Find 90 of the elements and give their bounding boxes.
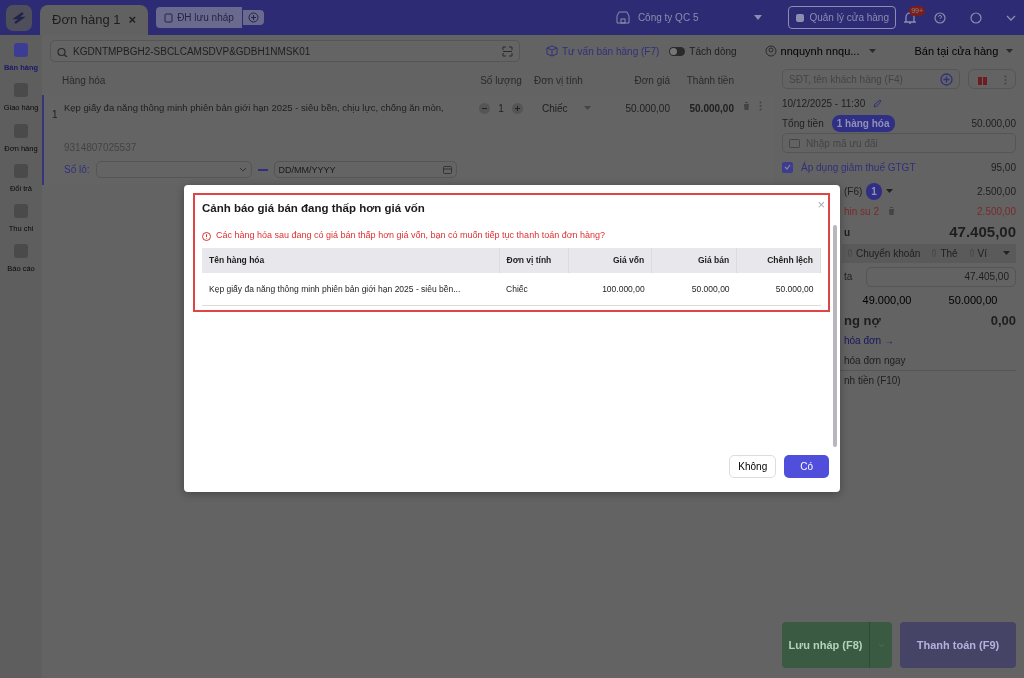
- discount-amount: 2.500,00: [977, 184, 1016, 199]
- table-cell: 50.000,00: [651, 272, 737, 306]
- payment-method-label: Chuyển khoản: [855, 246, 921, 261]
- company-name: Công ty QC 5: [637, 11, 699, 25]
- trash-icon[interactable]: [742, 101, 751, 111]
- total-amount: 50.000,00: [971, 116, 1016, 131]
- dialog-title: Cảnh báo giá bán đang thấp hơn giá vốn: [202, 201, 426, 216]
- scrollbar[interactable]: [833, 225, 837, 447]
- item-count-badge: 1 hàng hóa: [831, 114, 895, 132]
- info-icon: [202, 231, 211, 241]
- paid-label: ta: [844, 270, 853, 284]
- chevron-down-icon: [238, 167, 247, 172]
- column-header: Tên hàng hóa: [202, 247, 500, 273]
- date-picker[interactable]: DD/MM/YYYY: [273, 161, 457, 178]
- quantity-value: 1: [498, 102, 504, 116]
- debt-amount: 0,00: [990, 311, 1016, 330]
- caret-icon[interactable]: [1003, 250, 1010, 256]
- discount-label: (F6): [844, 184, 863, 199]
- search-input[interactable]: KGDNTMPBGH2-SBCLCAMSDVP&GDBH1NMSK01: [73, 43, 497, 59]
- caret-icon[interactable]: [885, 188, 893, 194]
- minus-icon[interactable]: [479, 103, 491, 114]
- search-field[interactable]: KGDNTMPBGH2-SBCLCAMSDVP&GDBH1NMSK01: [50, 40, 520, 62]
- more-icon[interactable]: [970, 11, 982, 24]
- total-label: Tổng tiền: [782, 116, 824, 131]
- order-tab[interactable]: Đơn hàng 1 ×: [40, 5, 149, 35]
- trash-icon[interactable]: [887, 206, 897, 216]
- vat-amount: 95,00: [990, 160, 1016, 175]
- gift-icon: [977, 74, 988, 86]
- document-icon: [164, 12, 174, 23]
- invoice-now-label: hóa đơn ngay: [844, 353, 906, 368]
- paid-amount-field[interactable]: 47.405,00: [866, 266, 1016, 287]
- scan-icon[interactable]: [502, 45, 513, 57]
- plus-icon[interactable]: [511, 103, 523, 114]
- toggle-label: Tách dòng: [689, 44, 737, 59]
- checkbox[interactable]: [782, 161, 793, 173]
- plus-circle-icon[interactable]: [940, 72, 953, 86]
- search-icon: [57, 45, 68, 57]
- unit-select[interactable]: Chiếc: [534, 101, 610, 116]
- calendar-icon: [442, 165, 452, 174]
- caret-icon: [583, 106, 591, 111]
- bell-icon[interactable]: [904, 11, 916, 24]
- close-button[interactable]: ×: [817, 198, 825, 211]
- caret-icon[interactable]: [754, 14, 763, 21]
- print-label: nh tiền (F10): [844, 374, 901, 388]
- table-cell: Chiếc: [499, 272, 569, 306]
- column-header: Số lượng: [479, 73, 523, 88]
- cancel-button[interactable]: Không: [729, 455, 777, 478]
- product-name: Kẹp giấy đa năng thông minh phiên bản giới hạn 2025 - siêu bền, chịu lực, chống ăn mòn,: [64, 101, 445, 115]
- confirm-button[interactable]: Có: [784, 455, 829, 478]
- warning-message: Các hàng hóa sau đang có giá bán thấp hơn giá vốn, bạn có muốn tiếp tục thanh toán đơn hàng?: [216, 229, 606, 243]
- table-cell: 50.000,00: [736, 272, 821, 306]
- date-field[interactable]: DD/MM/YYYY: [278, 162, 443, 177]
- caret-icon[interactable]: [869, 48, 877, 54]
- unit-price: 50.000,00: [624, 102, 670, 116]
- column-header: Đơn vị tính: [499, 247, 569, 273]
- column-header: Giá vốn: [568, 247, 652, 273]
- payable-amount: 47.405,00: [949, 222, 1016, 242]
- dash-icon: [257, 168, 268, 171]
- ticket-icon: [789, 138, 800, 148]
- chevron-down-icon[interactable]: [1006, 14, 1016, 21]
- column-header: Giá bán: [651, 247, 737, 273]
- quick-amount-button[interactable]: 49.000,00: [862, 292, 912, 309]
- user-menu[interactable]: nnquynh nnqu...: [764, 42, 860, 60]
- table-cell: 100.000,00: [568, 272, 652, 306]
- help-icon[interactable]: [934, 11, 946, 24]
- store-management-button[interactable]: Quản lý cửa hàng: [788, 6, 896, 29]
- column-header: Đơn vị tính: [534, 73, 584, 88]
- pay-button[interactable]: Thanh toán (F9): [900, 622, 1016, 668]
- add-tab-button[interactable]: [242, 10, 264, 25]
- channel-select[interactable]: Bán tại cửa hàng: [914, 42, 1014, 60]
- discount-count-badge: 1: [866, 182, 882, 200]
- user-icon: [764, 45, 777, 57]
- debt-label: ng nợ: [844, 311, 881, 330]
- caret-icon: [1006, 48, 1014, 54]
- column-header: Chênh lệch: [736, 247, 821, 273]
- plus-circle-icon: [247, 12, 259, 23]
- line-total: 50.000,00: [688, 102, 734, 116]
- lot-select[interactable]: [95, 161, 252, 178]
- order-datetime: 10/12/2025 - 11:30: [782, 96, 866, 111]
- row-number: 1: [52, 108, 59, 122]
- quick-amount-button[interactable]: 50.000,00: [948, 292, 998, 309]
- pencil-icon[interactable]: [873, 98, 883, 108]
- logo-icon[interactable]: [6, 4, 32, 31]
- payable-label: u: [844, 225, 851, 240]
- draft-orders-button[interactable]: ĐH lưu nháp: [156, 7, 242, 28]
- payment-method-label: Thẻ: [940, 246, 958, 261]
- table-cell: Kẹp giấy đa năng thông minh phiên bản giới hạn 2025 - siêu bền...: [202, 272, 500, 306]
- box-icon: [546, 45, 558, 57]
- invoice-link[interactable]: hóa đơn →: [844, 333, 894, 348]
- toggle-switch[interactable]: [669, 46, 686, 56]
